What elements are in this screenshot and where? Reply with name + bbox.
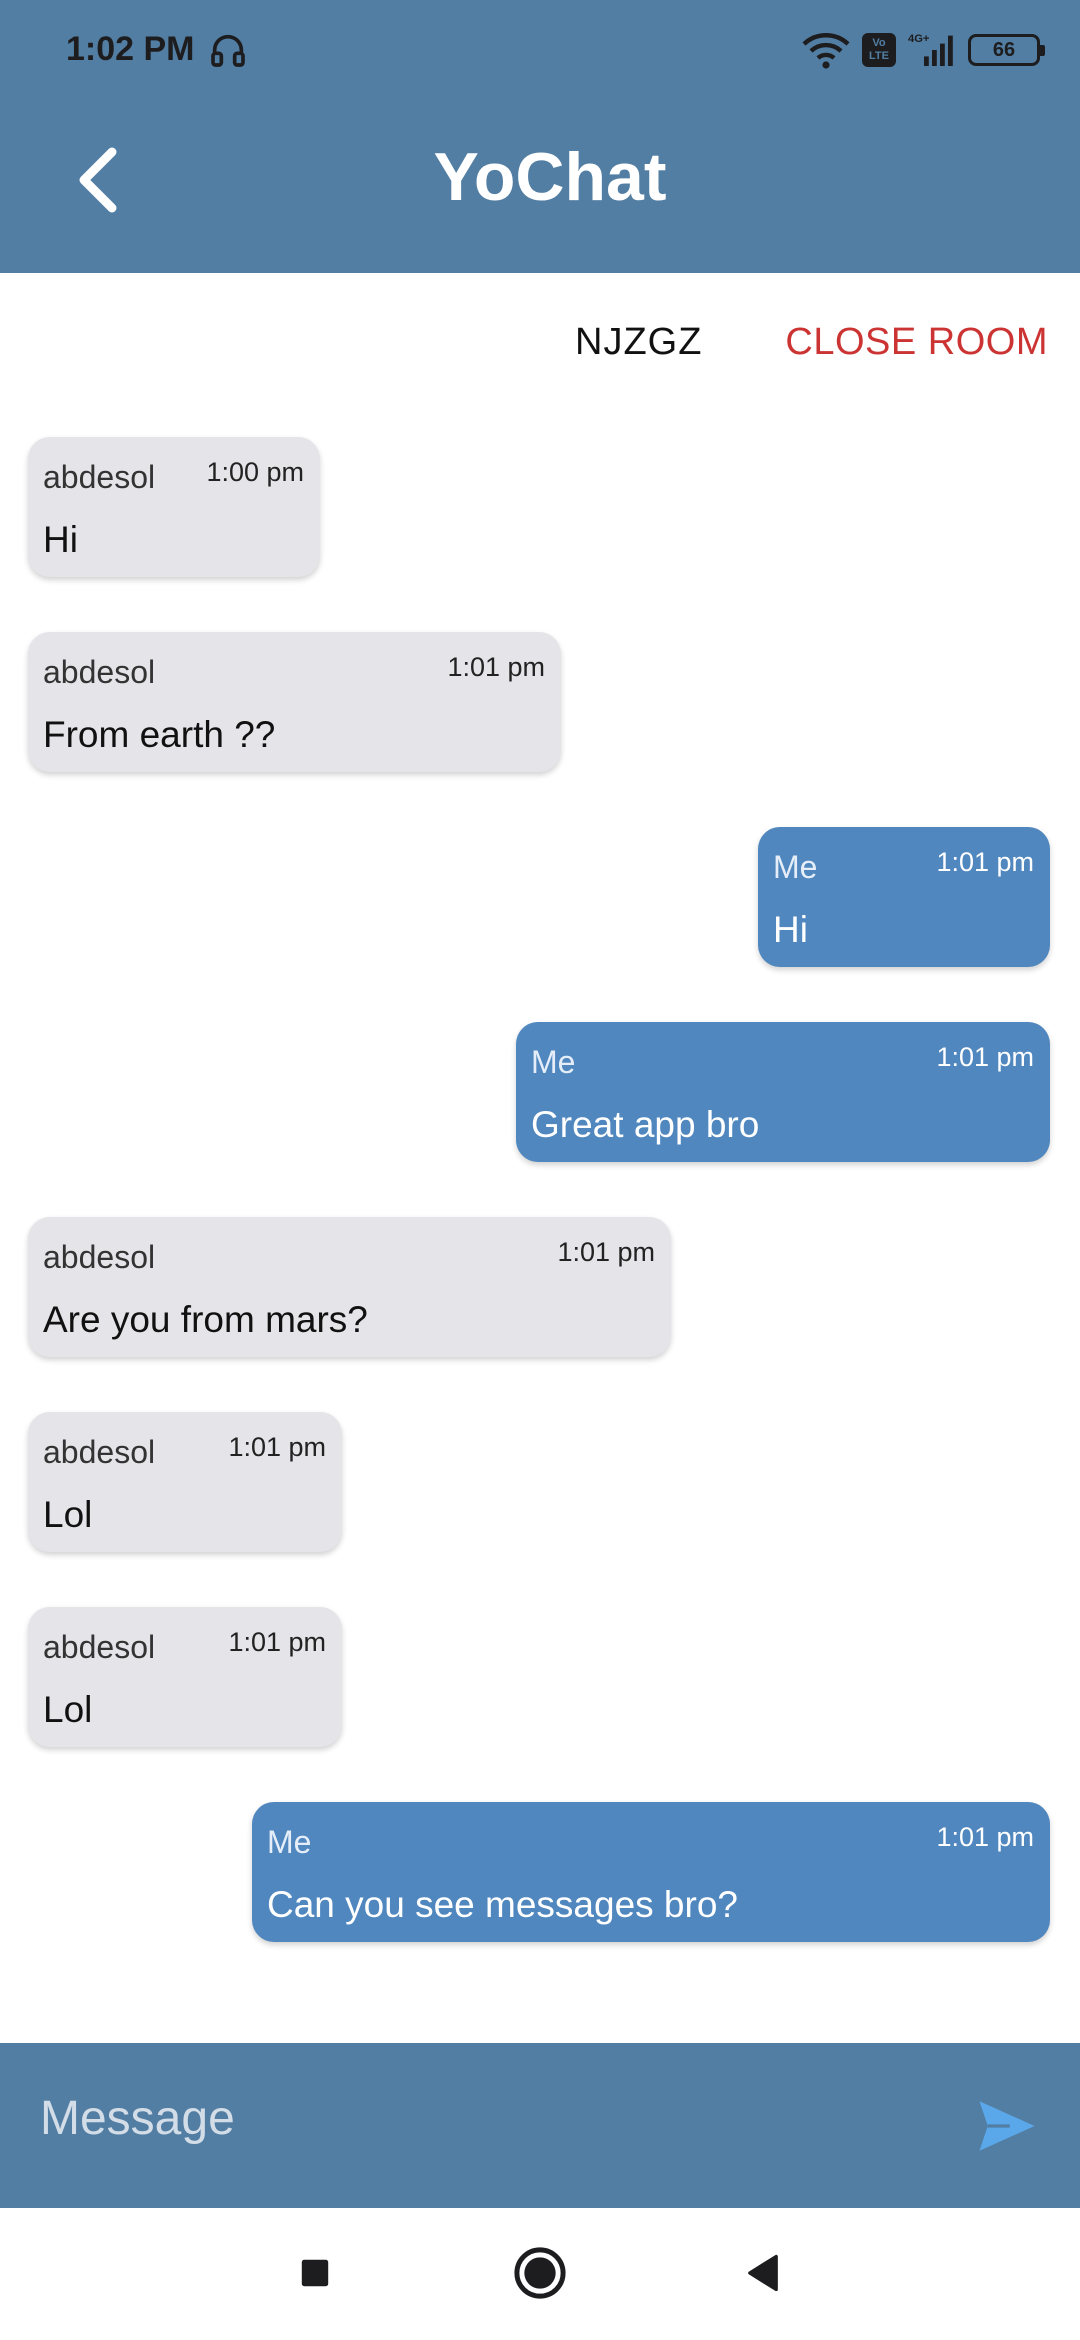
message-time: 1:01 pm xyxy=(447,652,545,682)
message-bubble: abdesol 1:01 pm Lol xyxy=(28,1607,342,1747)
message-time: 1:00 pm xyxy=(206,457,304,487)
message-sender: abdesol xyxy=(43,1629,156,1665)
message-text: Great app bro xyxy=(531,1104,760,1145)
message-bubble: abdesol 1:00 pm Hi xyxy=(28,437,320,577)
message-bubble-own: Me 1:01 pm Great app bro xyxy=(516,1022,1050,1162)
top-bar: 1:02 PM Vo LTE 4G+ 66 YoChat xyxy=(0,0,1080,273)
status-time: 1:02 PM xyxy=(66,30,195,68)
volte-icon: Vo LTE xyxy=(862,33,896,67)
status-icons: Vo LTE 4G+ 66 xyxy=(802,28,1045,72)
message-input[interactable] xyxy=(40,2083,920,2153)
message-text: Hi xyxy=(43,519,78,560)
wifi-icon xyxy=(802,33,850,69)
room-code: NJZGZ xyxy=(575,321,703,363)
message-bubble: abdesol 1:01 pm Lol xyxy=(28,1412,342,1552)
message-time: 1:01 pm xyxy=(936,1822,1034,1852)
triangle-back-icon[interactable] xyxy=(730,2240,796,2306)
message-bubble: abdesol 1:01 pm From earth ?? xyxy=(28,632,561,772)
message-sender: Me xyxy=(773,849,818,885)
room-bar: NJZGZ CLOSE ROOM xyxy=(0,273,1080,413)
circle-icon[interactable] xyxy=(507,2240,573,2306)
message-text: Can you see messages bro? xyxy=(267,1884,738,1925)
headset-icon xyxy=(211,34,245,67)
square-icon[interactable] xyxy=(282,2240,348,2306)
message-composer xyxy=(0,2043,1080,2208)
app-bar: YoChat xyxy=(0,100,1080,273)
message-text: Are you from mars? xyxy=(43,1299,368,1340)
network-type: 4G+ xyxy=(908,33,930,45)
message-time: 1:01 pm xyxy=(936,1042,1034,1072)
battery-icon: 66 xyxy=(968,34,1045,66)
message-list: abdesol 1:00 pm Hi abdesol 1:01 pm From … xyxy=(0,413,1080,2043)
app-title: YoChat xyxy=(433,139,667,215)
send-icon[interactable] xyxy=(974,2093,1040,2159)
battery-level: 66 xyxy=(992,39,1016,61)
message-bubble: abdesol 1:01 pm Are you from mars? xyxy=(28,1217,671,1357)
message-sender: Me xyxy=(267,1824,312,1860)
message-text: From earth ?? xyxy=(43,714,276,755)
system-nav-bar xyxy=(0,2208,1080,2340)
message-text: Lol xyxy=(43,1494,93,1535)
signal-icon: 4G+ xyxy=(908,33,953,66)
message-time: 1:01 pm xyxy=(228,1432,326,1462)
message-sender: abdesol xyxy=(43,459,156,495)
message-time: 1:01 pm xyxy=(936,847,1034,877)
message-bubble-own: Me 1:01 pm Hi xyxy=(758,827,1050,967)
message-sender: abdesol xyxy=(43,654,156,690)
message-time: 1:01 pm xyxy=(228,1627,326,1657)
message-time: 1:01 pm xyxy=(557,1237,655,1267)
message-sender: abdesol xyxy=(43,1239,156,1275)
status-bar: 1:02 PM Vo LTE 4G+ 66 xyxy=(0,0,1080,100)
message-sender: Me xyxy=(531,1044,576,1080)
close-room-button[interactable]: CLOSE ROOM xyxy=(785,321,1048,364)
message-sender: abdesol xyxy=(43,1434,156,1470)
message-text: Lol xyxy=(43,1689,93,1730)
message-text: Hi xyxy=(773,909,808,950)
chat-screen: 1:02 PM Vo LTE 4G+ 66 YoChat NJZGZ CLOSE… xyxy=(0,0,1080,2340)
message-bubble-own: Me 1:01 pm Can you see messages bro? xyxy=(252,1802,1050,1942)
